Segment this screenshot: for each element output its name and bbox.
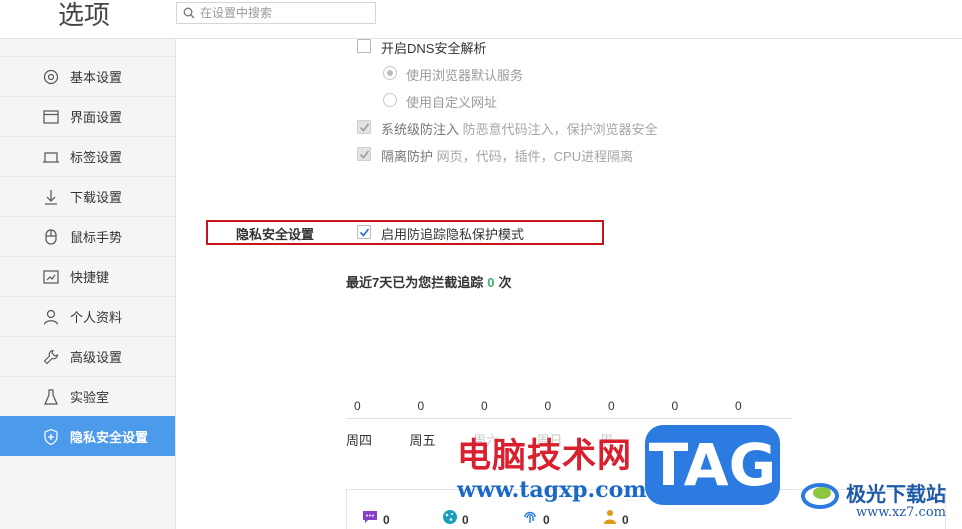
sidebar-item-label: 个人资料 xyxy=(70,310,123,325)
stat-value: 0 xyxy=(462,513,469,527)
radio-default-label: 使用浏览器默认服务 xyxy=(406,68,524,83)
chart-value-label: 0 xyxy=(417,399,425,413)
sidebar-item-label: 高级设置 xyxy=(70,350,123,365)
sidebar-item-label: 标签设置 xyxy=(70,150,123,165)
chart-value-label: 0 xyxy=(608,399,615,413)
fingerprint-icon xyxy=(524,511,536,523)
sidebar-item-label: 下载设置 xyxy=(70,190,123,205)
aurora-logo-icon xyxy=(801,483,839,509)
checkmark-icon xyxy=(359,150,370,159)
isolation-title: 隔离防护 xyxy=(381,149,434,164)
sidebar-item-label: 隐私安全设置 xyxy=(70,430,149,445)
checkmark-icon xyxy=(359,123,370,132)
sidebar-item-label: 基本设置 xyxy=(70,70,123,85)
wrench-icon xyxy=(42,348,60,366)
sidebar-item-tabs[interactable]: 标签设置 xyxy=(0,136,175,176)
sys-inject-option: 系统级防注入 防恶意代码注入，保护浏览器安全 xyxy=(381,119,658,138)
sidebar-item-download[interactable]: 下载设置 xyxy=(0,176,175,216)
chart-category-label: 周五 xyxy=(409,433,436,448)
sidebar: 基本设置 界面设置 标签设置 下载设置 鼠标手势 快捷键 个人资料 高级设置 实… xyxy=(0,39,181,529)
watermark-tag-logo: TAG xyxy=(645,425,780,505)
active-indicator xyxy=(175,431,181,443)
sidebar-item-label: 鼠标手势 xyxy=(70,230,123,245)
gear-icon xyxy=(42,68,60,86)
user-icon xyxy=(42,308,60,326)
sidebar-item-advanced[interactable]: 高级设置 xyxy=(0,336,175,376)
window-icon xyxy=(42,108,60,126)
sys-inject-desc: 防恶意代码注入，保护浏览器安全 xyxy=(462,122,658,137)
sidebar-item-label: 界面设置 xyxy=(70,110,123,125)
tracking-stat: 最近7天已为您拦截追踪 0 次 xyxy=(346,272,511,291)
shield-plus-icon xyxy=(42,428,60,446)
page-title: 选项 xyxy=(58,0,111,30)
chart-value-label: 0 xyxy=(735,399,742,413)
stat-suffix: 次 xyxy=(498,275,512,290)
cookie-icon xyxy=(443,510,457,524)
sys-inject-title: 系统级防注入 xyxy=(381,122,460,137)
sidebar-item-lab[interactable]: 实验室 xyxy=(0,376,175,416)
search-icon xyxy=(183,7,195,19)
tab-icon xyxy=(42,148,60,166)
sidebar-item-shortcut[interactable]: 快捷键 xyxy=(0,256,175,296)
shortcut-icon xyxy=(42,268,60,286)
watermark-site-url: www.xz7.com xyxy=(856,505,946,520)
watermark-text: 电脑技术网 xyxy=(457,436,632,476)
radio-default-service[interactable] xyxy=(383,66,397,80)
dns-label: 开启DNS安全解析 xyxy=(381,41,487,56)
stat-value: 0 xyxy=(622,513,629,527)
privacy-section-label: 隐私安全设置 xyxy=(236,227,315,242)
mouse-icon xyxy=(42,228,60,246)
search-input[interactable] xyxy=(200,6,370,20)
sidebar-item-interface[interactable]: 界面设置 xyxy=(0,96,175,136)
chart-axis-line xyxy=(346,418,792,419)
chart-category-label: 周四 xyxy=(346,433,373,448)
watermark-site-name: 极光下载站 xyxy=(846,482,946,506)
download-icon xyxy=(42,188,60,206)
chart-value-label: 0 xyxy=(671,399,679,413)
radio-custom-url[interactable] xyxy=(383,93,397,107)
isolation-option: 隔离防护 网页，代码，插件，CPU进程隔离 xyxy=(381,146,633,165)
stat-value: 0 xyxy=(543,513,550,527)
anti-track-checkbox[interactable] xyxy=(357,225,371,239)
isolation-checkbox[interactable] xyxy=(357,147,371,161)
options-window: 选项 基本设置 界面设置 标签设置 xyxy=(0,0,962,529)
sidebar-item-mouse[interactable]: 鼠标手势 xyxy=(0,216,175,256)
chart-value-label: 0 xyxy=(354,399,361,413)
radio-custom-label: 使用自定义网址 xyxy=(406,95,498,110)
sidebar-item-label: 快捷键 xyxy=(70,270,110,285)
worker-icon xyxy=(604,510,616,524)
search-box[interactable] xyxy=(176,2,376,24)
chart-value-label: 0 xyxy=(481,399,488,413)
sys-inject-checkbox[interactable] xyxy=(357,120,371,134)
chart-value-label: 0 xyxy=(544,399,552,413)
sidebar-item-privacy[interactable]: 隐私安全设置 xyxy=(0,416,181,456)
flask-icon xyxy=(42,388,60,406)
anti-track-label: 启用防追踪隐私保护模式 xyxy=(381,227,525,242)
watermark-url: www.tagxp.com xyxy=(457,477,647,503)
stat-prefix: 最近7天已为您拦截追踪 xyxy=(346,275,484,290)
sidebar-item-label: 实验室 xyxy=(70,390,110,405)
chat-icon xyxy=(363,511,377,523)
sidebar-item-basic[interactable]: 基本设置 xyxy=(0,56,175,96)
checkmark-icon xyxy=(359,228,370,237)
sidebar-item-profile[interactable]: 个人资料 xyxy=(0,296,175,336)
stat-count: 0 xyxy=(487,275,495,290)
stat-value: 0 xyxy=(383,513,390,527)
isolation-desc: 网页，代码，插件，CPU进程隔离 xyxy=(436,149,634,164)
dns-checkbox[interactable] xyxy=(357,39,371,53)
